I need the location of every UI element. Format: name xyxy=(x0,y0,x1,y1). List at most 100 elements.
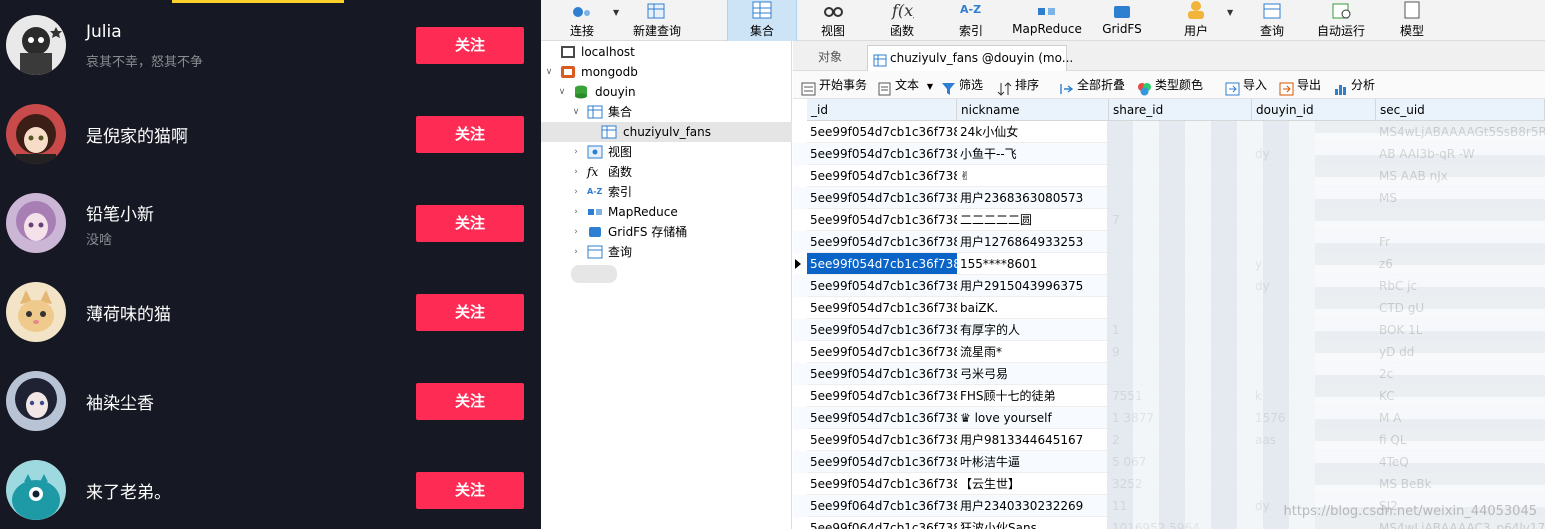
fan-list-item[interactable]: 来了老弟。 关注 xyxy=(0,445,541,529)
chevron-down-icon[interactable]: ∨ xyxy=(557,82,567,102)
toolbar-view-button[interactable]: 视图 xyxy=(807,0,859,41)
toolbar-gridfs-button[interactable]: GridFS xyxy=(1095,0,1149,41)
cell-nickname[interactable]: 用户9813344645167 xyxy=(957,429,1109,451)
chevron-down-icon[interactable]: ▼ xyxy=(1227,8,1233,17)
follow-button[interactable]: 关注 xyxy=(416,294,524,331)
cell-id[interactable]: 5ee99f054d7cb1c36f7389 xyxy=(807,231,957,253)
fan-list-item[interactable]: 薄荷味的猫 关注 xyxy=(0,267,541,355)
cell-id[interactable]: 5ee99f054d7cb1c36f7389 xyxy=(807,165,957,187)
tree-node-functions[interactable]: › fx 函数 xyxy=(541,162,792,182)
fan-list-item[interactable]: 是倪家的猫啊 关注 xyxy=(0,89,541,177)
cell-nickname[interactable]: 用户2340330232269 xyxy=(957,495,1109,517)
chevron-right-icon[interactable]: › xyxy=(571,182,581,202)
cell-nickname[interactable]: baiZK. xyxy=(957,297,1109,319)
tree-node-chuziyulv-fans[interactable]: chuziyulv_fans xyxy=(541,122,792,142)
cell-id[interactable]: 5ee99f054d7cb1c36f7389 xyxy=(807,297,957,319)
collapse-all-button[interactable]: 全部折叠 xyxy=(1059,71,1125,99)
cell-id[interactable]: 5ee99f054d7cb1c36f7389 xyxy=(807,253,957,275)
tree-node-douyin[interactable]: ∨ douyin xyxy=(541,82,792,102)
tree-node-indexes[interactable]: › A-Z 索引 xyxy=(541,182,792,202)
cell-id[interactable]: 5ee99f064d7cb1c36f7389 xyxy=(807,517,957,529)
sort-button[interactable]: 排序 xyxy=(997,71,1039,99)
cell-id[interactable]: 5ee99f054d7cb1c36f7389 xyxy=(807,451,957,473)
avatar[interactable] xyxy=(6,193,66,253)
tree-node-mongodb[interactable]: ∨ mongodb xyxy=(541,62,792,82)
text-view-button[interactable]: 文本 ▼ xyxy=(877,71,933,99)
chevron-down-icon[interactable]: ▼ xyxy=(613,8,619,17)
cell-nickname[interactable]: FHS顾十七的徒弟 xyxy=(957,385,1109,407)
cell-nickname[interactable]: 流星雨* xyxy=(957,341,1109,363)
cell-nickname[interactable]: 狂波小伙Sans xyxy=(957,517,1109,529)
chevron-down-icon[interactable]: ∨ xyxy=(571,102,581,122)
toolbar-query-button[interactable]: 查询 xyxy=(1245,0,1299,41)
column-header-id[interactable]: _id xyxy=(807,99,957,121)
cell-id[interactable]: 5ee99f054d7cb1c36f7389 xyxy=(807,143,957,165)
toolbar-auto-run-button[interactable]: 自动运行 xyxy=(1311,0,1371,41)
cell-nickname[interactable]: ✌ xyxy=(957,165,1109,187)
avatar[interactable] xyxy=(6,104,66,164)
tab-objects[interactable]: 对象 xyxy=(793,45,867,71)
avatar[interactable] xyxy=(6,15,66,75)
cell-nickname[interactable]: 24k小仙女 xyxy=(957,121,1109,143)
tree-node-queries[interactable]: › 查询 xyxy=(541,242,792,262)
follow-button[interactable]: 关注 xyxy=(416,472,524,509)
tree-node-gridfs[interactable]: › GridFS 存储桶 xyxy=(541,222,792,242)
cell-id[interactable]: 5ee99f054d7cb1c36f7389 xyxy=(807,121,957,143)
cell-nickname[interactable]: 有厚字的人 xyxy=(957,319,1109,341)
tree-node-views[interactable]: › 视图 xyxy=(541,142,792,162)
chevron-right-icon[interactable]: › xyxy=(571,162,581,182)
follow-button[interactable]: 关注 xyxy=(416,205,524,242)
fan-list-item[interactable]: Julia 哀其不幸，怒其不争 关注 xyxy=(0,0,541,88)
avatar[interactable] xyxy=(6,371,66,431)
fan-list-item[interactable]: 铅笔小新 没啥 关注 xyxy=(0,178,541,266)
tab-collection-document[interactable]: chuziyulv_fans @douyin (mo... xyxy=(867,45,1073,71)
toolbar-connect-button[interactable]: 连接 xyxy=(559,0,605,41)
chevron-down-icon[interactable]: ∨ xyxy=(544,62,554,82)
type-color-button[interactable]: 类型颜色 xyxy=(1137,71,1203,99)
tree-node-localhost[interactable]: localhost xyxy=(541,42,792,62)
cell-nickname[interactable]: 二二二二二圆 xyxy=(957,209,1109,231)
export-button[interactable]: 导出 xyxy=(1279,71,1321,99)
column-header-douyin-id[interactable]: douyin_id xyxy=(1252,99,1376,121)
toolbar-function-button[interactable]: f(x) 函数 xyxy=(875,0,929,41)
chevron-right-icon[interactable]: › xyxy=(571,242,581,262)
import-button[interactable]: 导入 xyxy=(1225,71,1267,99)
cell-id[interactable]: 5ee99f054d7cb1c36f7389 xyxy=(807,385,957,407)
chevron-right-icon[interactable]: › xyxy=(571,142,581,162)
cell-nickname[interactable]: 叶彬洁牛逼 xyxy=(957,451,1109,473)
filter-button[interactable]: 筛选 xyxy=(941,71,983,99)
cell-nickname[interactable]: 用户1276864933253 xyxy=(957,231,1109,253)
cell-nickname[interactable]: 【云生世】 xyxy=(957,473,1109,495)
cell-id[interactable]: 5ee99f054d7cb1c36f7389 xyxy=(807,275,957,297)
cell-id[interactable]: 5ee99f054d7cb1c36f7389 xyxy=(807,407,957,429)
follow-button[interactable]: 关注 xyxy=(416,27,524,64)
toolbar-collection-button[interactable]: 集合 xyxy=(727,0,797,41)
cell-nickname[interactable]: 用户2368363080573 xyxy=(957,187,1109,209)
toolbar-index-button[interactable]: A-Z 索引 xyxy=(945,0,997,41)
follow-button[interactable]: 关注 xyxy=(416,383,524,420)
cell-nickname[interactable]: ♛ love yourself xyxy=(957,407,1109,429)
cell-id[interactable]: 5ee99f054d7cb1c36f7389 xyxy=(807,187,957,209)
avatar[interactable] xyxy=(6,460,66,520)
cell-nickname[interactable]: 小鱼干--飞 xyxy=(957,143,1109,165)
chevron-right-icon[interactable]: › xyxy=(571,222,581,242)
cell-id[interactable]: 5ee99f054d7cb1c36f7389 xyxy=(807,319,957,341)
cell-id[interactable]: 5ee99f054d7cb1c36f7389 xyxy=(807,209,957,231)
tree-node-collections[interactable]: ∨ 集合 xyxy=(541,102,792,122)
follow-button[interactable]: 关注 xyxy=(416,116,524,153)
chevron-down-icon[interactable]: ▼ xyxy=(927,82,933,91)
cell-id[interactable]: 5ee99f064d7cb1c36f7389 xyxy=(807,495,957,517)
cell-id[interactable]: 5ee99f054d7cb1c36f7389 xyxy=(807,363,957,385)
chevron-right-icon[interactable]: › xyxy=(571,202,581,222)
avatar[interactable] xyxy=(6,282,66,342)
cell-id[interactable]: 5ee99f054d7cb1c36f7389 xyxy=(807,429,957,451)
cell-nickname[interactable]: 155****8601 xyxy=(957,253,1109,275)
toolbar-model-button[interactable]: 模型 xyxy=(1387,0,1437,41)
cell-nickname[interactable]: 用户2915043996375 xyxy=(957,275,1109,297)
analyze-button[interactable]: 分析 xyxy=(1333,71,1375,99)
fan-list-item[interactable]: 袖染尘香 关注 xyxy=(0,356,541,444)
toolbar-mapreduce-button[interactable]: MapReduce xyxy=(1007,0,1087,41)
toolbar-user-button[interactable]: 用户 xyxy=(1169,0,1223,41)
tree-node-mapreduce[interactable]: › MapReduce xyxy=(541,202,792,222)
column-header-sec-uid[interactable]: sec_uid xyxy=(1376,99,1545,121)
